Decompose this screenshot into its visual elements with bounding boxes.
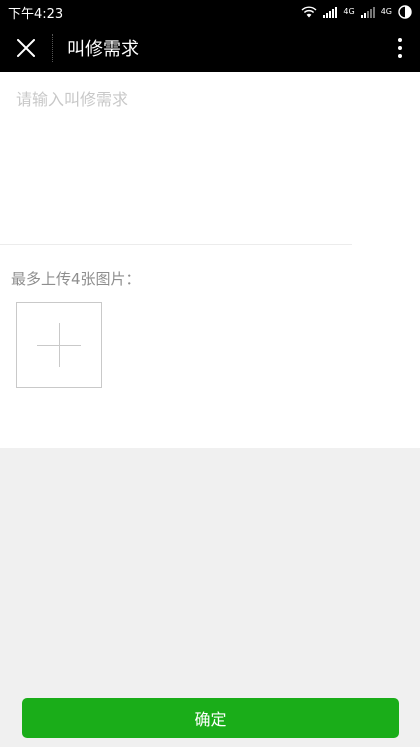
more-button[interactable] <box>380 24 420 72</box>
more-vertical-icon <box>398 38 402 58</box>
status-time: 下午4:23 <box>8 6 64 22</box>
confirm-button[interactable]: 确定 <box>22 698 399 738</box>
close-button[interactable] <box>0 24 52 72</box>
page-title: 叫修需求 <box>67 39 139 60</box>
form-divider <box>0 244 352 245</box>
nav-bar: 叫修需求 <box>0 24 420 72</box>
add-image-button[interactable] <box>16 302 102 388</box>
nav-divider <box>52 34 53 62</box>
wifi-icon <box>301 6 317 18</box>
close-icon <box>17 39 35 57</box>
network-type-1: 4G <box>343 7 355 16</box>
battery-icon <box>398 5 412 19</box>
network-type-2: 4G <box>380 7 392 16</box>
status-bar: 下午4:23 4G 4G <box>0 0 420 24</box>
status-icons: 4G 4G <box>301 5 412 19</box>
app-root: 下午4:23 4G 4G 叫修需求 请输入叫修需求 最多上传4张图片： 确定 <box>0 0 420 747</box>
signal-icon-2 <box>360 7 375 18</box>
demand-input[interactable] <box>0 72 420 244</box>
upload-label: 最多上传4张图片： <box>11 270 141 288</box>
form-card: 最多上传4张图片： <box>0 72 420 448</box>
signal-icon-1 <box>323 7 338 18</box>
